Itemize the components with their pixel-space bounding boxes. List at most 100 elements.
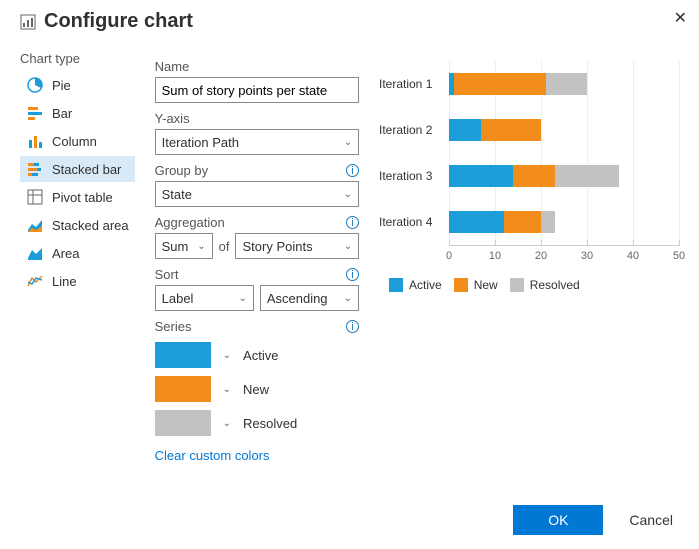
chart-type-pivot[interactable]: Pivot table — [20, 184, 135, 210]
clear-colors-link[interactable]: Clear custom colors — [155, 448, 270, 463]
dialog-title: Configure chart — [44, 10, 193, 33]
chart-type-label: Column — [52, 134, 97, 149]
yaxis-label: Y-axis — [155, 111, 190, 126]
axis-tick: 20 — [535, 244, 547, 262]
legend-swatch — [510, 278, 524, 292]
sort-field-select[interactable]: Label⌄ — [155, 285, 254, 311]
axis-tick: 0 — [446, 244, 452, 262]
line-icon — [26, 272, 44, 290]
aggregation-label: Aggregation — [155, 215, 225, 230]
legend-label: Resolved — [530, 278, 580, 292]
name-label: Name — [155, 59, 190, 74]
chart-type-label: Pivot table — [52, 190, 113, 205]
column-icon — [26, 132, 44, 150]
info-icon[interactable]: i — [346, 268, 359, 281]
chevron-down-icon: ⌄ — [344, 137, 352, 148]
chart-type-panel: Chart type Pie Bar Column Stacked bar Pivot … — [20, 51, 135, 463]
chart-type-label: Chart type — [20, 51, 135, 66]
chevron-down-icon: ⌄ — [344, 189, 352, 200]
stacked-area-icon — [26, 216, 44, 234]
chart-segment — [481, 119, 541, 141]
chart-type-line[interactable]: Line — [20, 268, 135, 294]
chart-type-bar[interactable]: Bar — [20, 100, 135, 126]
chart-segment — [541, 211, 555, 233]
chart-type-label: Bar — [52, 106, 72, 121]
chart-config-icon — [20, 14, 36, 30]
axis-tick: 50 — [673, 244, 685, 262]
series-row: ⌄ Active — [155, 342, 359, 368]
chevron-down-icon: ⌄ — [238, 293, 246, 304]
chart-segment — [449, 211, 504, 233]
chart-segment — [454, 73, 546, 95]
yaxis-select[interactable]: Iteration Path⌄ — [155, 129, 359, 155]
axis-tick: 30 — [581, 244, 593, 262]
series-color-swatch[interactable] — [155, 410, 211, 436]
sort-label: Sort — [155, 267, 179, 282]
chart-preview: Iteration 1 Iteration 2 Iteration 3 Iterati… — [379, 51, 679, 463]
chart-category-label: Iteration 2 — [379, 123, 449, 137]
chart-segment — [449, 165, 513, 187]
area-icon — [26, 244, 44, 262]
info-icon[interactable]: i — [346, 320, 359, 333]
legend-item: Resolved — [510, 278, 580, 292]
series-color-swatch[interactable] — [155, 376, 211, 402]
legend-label: Active — [409, 278, 442, 292]
chevron-down-icon[interactable]: ⌄ — [223, 350, 231, 361]
chart-type-area[interactable]: Area — [20, 240, 135, 266]
chevron-down-icon: ⌄ — [344, 241, 352, 252]
axis-tick: 10 — [489, 244, 501, 262]
close-icon[interactable]: ✕ — [674, 8, 687, 28]
groupby-select[interactable]: State⌄ — [155, 181, 359, 207]
chart-type-label: Pie — [52, 78, 71, 93]
config-panel: Name Y-axis Iteration Path⌄ Group by i St… — [155, 51, 359, 463]
chart-type-column[interactable]: Column — [20, 128, 135, 154]
chevron-down-icon[interactable]: ⌄ — [223, 418, 231, 429]
chart-category-label: Iteration 4 — [379, 215, 449, 229]
dialog-footer: OK Cancel — [513, 505, 679, 535]
series-name: Resolved — [243, 416, 297, 431]
series-row: ⌄ Resolved — [155, 410, 359, 436]
legend-label: New — [474, 278, 498, 292]
chart-type-stacked-area[interactable]: Stacked area — [20, 212, 135, 238]
chart-category-label: Iteration 1 — [379, 77, 449, 91]
info-icon[interactable]: i — [346, 164, 359, 177]
sort-dir-select[interactable]: Ascending⌄ — [260, 285, 359, 311]
cancel-button[interactable]: Cancel — [623, 511, 679, 529]
ok-button[interactable]: OK — [513, 505, 603, 535]
agg-field-select[interactable]: Story Points⌄ — [235, 233, 359, 259]
chart-type-stacked-bar[interactable]: Stacked bar — [20, 156, 135, 182]
agg-of-text: of — [219, 239, 230, 254]
legend-item: Active — [389, 278, 442, 292]
chart-type-label: Line — [52, 274, 77, 289]
chart-type-label: Stacked area — [52, 218, 129, 233]
chart-category-label: Iteration 3 — [379, 169, 449, 183]
chart-segment — [555, 165, 619, 187]
stacked-bar-icon — [26, 160, 44, 178]
chart-type-label: Stacked bar — [52, 162, 121, 177]
legend-swatch — [454, 278, 468, 292]
name-input[interactable] — [155, 77, 359, 103]
series-label: Series — [155, 319, 192, 334]
chevron-down-icon[interactable]: ⌄ — [223, 384, 231, 395]
series-name: Active — [243, 348, 278, 363]
chevron-down-icon: ⌄ — [197, 241, 205, 252]
pie-icon — [26, 76, 44, 94]
chevron-down-icon: ⌄ — [344, 293, 352, 304]
legend-swatch — [389, 278, 403, 292]
info-icon[interactable]: i — [346, 216, 359, 229]
chart-type-label: Area — [52, 246, 79, 261]
pivot-icon — [26, 188, 44, 206]
series-color-swatch[interactable] — [155, 342, 211, 368]
axis-tick: 40 — [627, 244, 639, 262]
chart-segment — [546, 73, 587, 95]
chart-segment — [504, 211, 541, 233]
series-name: New — [243, 382, 269, 397]
chart-segment — [449, 119, 481, 141]
bar-icon — [26, 104, 44, 122]
chart-type-pie[interactable]: Pie — [20, 72, 135, 98]
groupby-label: Group by — [155, 163, 208, 178]
legend-item: New — [454, 278, 498, 292]
dialog-header: Configure chart — [20, 10, 679, 33]
agg-fn-select[interactable]: Sum⌄ — [155, 233, 213, 259]
series-row: ⌄ New — [155, 376, 359, 402]
